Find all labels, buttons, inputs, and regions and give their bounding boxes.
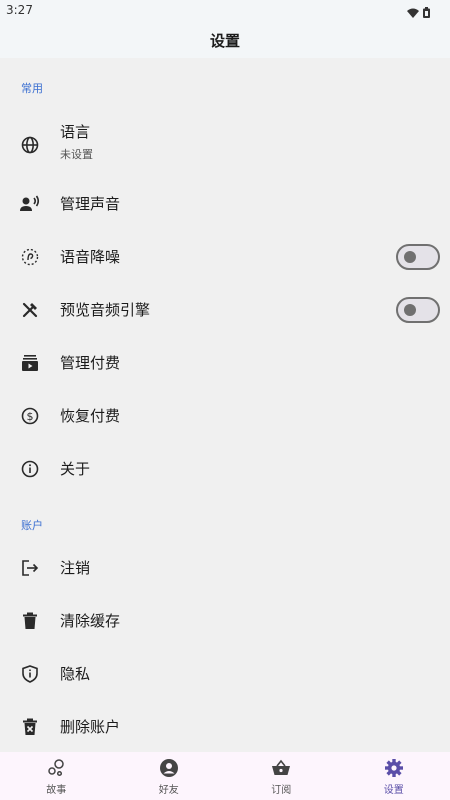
settings-item-label: 清除缓存 <box>60 612 121 630</box>
nav-label: 好友 <box>158 785 179 796</box>
section-header-common: 常用 <box>21 82 43 95</box>
delete-forever-icon <box>20 717 40 737</box>
logout-icon <box>20 558 40 578</box>
settings-item-label: 管理声音 <box>60 195 121 213</box>
settings-item-label: 隐私 <box>60 665 91 683</box>
globe-icon <box>20 135 40 155</box>
settings-item-restore-payment[interactable]: $ 恢复付费 <box>0 389 450 442</box>
gear-icon <box>384 758 404 778</box>
settings-item-clear-cache[interactable]: 清除缓存 <box>0 594 450 647</box>
nav-item-friends[interactable]: 好友 <box>113 752 226 800</box>
nav-label: 故事 <box>46 785 67 796</box>
settings-item-label: 预览音频引擎 <box>60 301 151 319</box>
settings-item-label: 管理付费 <box>60 354 121 372</box>
bottom-nav: 故事 好友 订阅 设置 <box>0 752 450 800</box>
nav-label: 设置 <box>383 785 404 796</box>
trash-icon <box>20 611 40 631</box>
preview-engine-toggle[interactable] <box>396 296 440 323</box>
settings-item-label: 语音降噪 <box>60 248 121 266</box>
toggle-knob <box>404 250 416 263</box>
page-title: 设置 <box>209 32 240 50</box>
settings-item-language[interactable]: 语言 未设置 <box>0 114 450 176</box>
settings-item-noise-reduction: 语音降噪 <box>0 230 450 283</box>
voice-icon <box>20 194 40 214</box>
settings-item-label: 注销 <box>60 559 91 577</box>
tools-icon <box>20 300 40 320</box>
hearing-icon <box>20 247 40 267</box>
status-bar: 3:27 <box>0 0 450 20</box>
settings-item-label: 语言 <box>60 123 91 141</box>
settings-item-manage-voice[interactable]: 管理声音 <box>0 177 450 230</box>
nav-item-settings[interactable]: 设置 <box>338 752 450 800</box>
settings-item-label: 关于 <box>60 460 91 478</box>
dollar-circle-icon: $ <box>20 406 40 426</box>
settings-item-delete-account[interactable]: 删除账户 <box>0 700 450 753</box>
settings-item-manage-payment[interactable]: 管理付费 <box>0 336 450 389</box>
settings-item-privacy[interactable]: 隐私 <box>0 647 450 700</box>
settings-item-subtitle: 未设置 <box>60 148 93 161</box>
basket-icon <box>271 758 291 778</box>
nav-item-subscribe[interactable]: 订阅 <box>225 752 338 800</box>
status-time: 3:27 <box>6 3 33 17</box>
svg-text:$: $ <box>27 410 34 423</box>
toggle-knob <box>404 303 416 316</box>
person-icon <box>159 758 179 778</box>
bubbles-icon <box>46 758 66 778</box>
settings-item-about[interactable]: 关于 <box>0 442 450 495</box>
settings-list: 常用 语言 未设置 管理声音 语音降噪 预览音频引擎 管理付费 $ 恢复付费 关… <box>0 58 450 752</box>
settings-item-label: 恢复付费 <box>60 407 121 425</box>
settings-item-preview-engine: 预览音频引擎 <box>0 283 450 336</box>
info-icon <box>20 459 40 479</box>
nav-label: 订阅 <box>271 785 292 796</box>
subscriptions-icon <box>20 353 40 373</box>
settings-item-logout[interactable]: 注销 <box>0 541 450 594</box>
shield-icon <box>20 664 40 684</box>
app-bar: 设置 <box>0 20 450 58</box>
nav-item-stories[interactable]: 故事 <box>0 752 113 800</box>
noise-reduction-toggle[interactable] <box>396 243 440 270</box>
section-header-account: 账户 <box>21 519 43 532</box>
settings-item-label: 删除账户 <box>60 718 121 736</box>
